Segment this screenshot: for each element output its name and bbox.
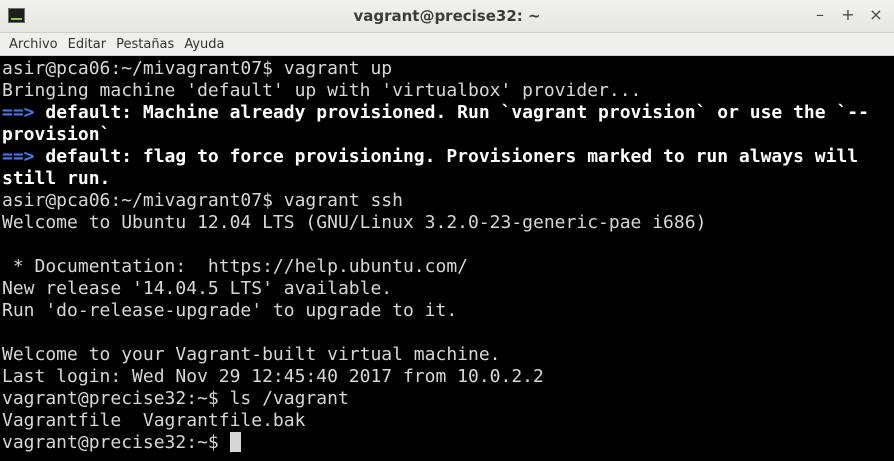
terminal-arrow-marker: ==>: [2, 102, 35, 123]
terminal-line: provision`: [2, 124, 894, 146]
terminal-line: New release '14.04.5 LTS' available.: [2, 278, 894, 300]
terminal-line-text: provision`: [2, 124, 111, 145]
terminal-line-text: Run 'do-release-upgrade' to upgrade to i…: [2, 300, 458, 321]
terminal-cursor: [229, 432, 241, 452]
terminal-line-text: vagrant@precise32:~$: [2, 432, 230, 453]
terminal-line: asir@pca06:~/mivagrant07$ vagrant ssh: [2, 190, 894, 212]
terminal-arrow-marker: ==>: [2, 146, 35, 167]
menu-ayuda[interactable]: Ayuda: [179, 37, 229, 52]
menu-pestanas[interactable]: Pestañas: [111, 37, 179, 52]
terminal-line: Welcome to your Vagrant-built virtual ma…: [2, 344, 894, 366]
maximize-button[interactable]: +: [838, 5, 858, 25]
terminal-line-text: Vagrantfile Vagrantfile.bak: [2, 410, 306, 431]
terminal-line-text: Bringing machine 'default' up with 'virt…: [2, 80, 642, 101]
window-controls: – + ×: [810, 5, 886, 25]
window-title: vagrant@precise32: ~: [353, 7, 541, 25]
terminal-line-text: default: flag to force provisioning. Pro…: [34, 146, 859, 167]
menu-editar[interactable]: Editar: [63, 37, 112, 52]
terminal-line: vagrant@precise32:~$ ls /vagrant: [2, 388, 894, 410]
terminal-line-text: asir@pca06:~/mivagrant07$ vagrant up: [2, 58, 393, 79]
minimize-button[interactable]: –: [810, 5, 830, 25]
terminal-line: still run.: [2, 168, 894, 190]
terminal-line: Vagrantfile Vagrantfile.bak: [2, 410, 894, 432]
title-bar[interactable]: vagrant@precise32: ~ – + ×: [0, 0, 894, 33]
terminal-line: ==> default: Machine already provisioned…: [2, 102, 894, 124]
terminal-line-text: still run.: [2, 168, 111, 189]
terminal-line-text: default: Machine already provisioned. Ru…: [34, 102, 869, 123]
terminal-line: Welcome to Ubuntu 12.04 LTS (GNU/Linux 3…: [2, 212, 894, 234]
terminal-line-text: Last login: Wed Nov 29 12:45:40 2017 fro…: [2, 366, 544, 387]
terminal-line: Run 'do-release-upgrade' to upgrade to i…: [2, 300, 894, 322]
terminal-prompt-line: vagrant@precise32:~$: [2, 432, 894, 454]
terminal-line-text: Welcome to Ubuntu 12.04 LTS (GNU/Linux 3…: [2, 212, 707, 233]
terminal-line-text: Welcome to your Vagrant-built virtual ma…: [2, 344, 501, 365]
terminal-line-text: New release '14.04.5 LTS' available.: [2, 278, 393, 299]
close-button[interactable]: ×: [866, 5, 886, 25]
terminal-line: Last login: Wed Nov 29 12:45:40 2017 fro…: [2, 366, 894, 388]
terminal-line-text: vagrant@precise32:~$ ls /vagrant: [2, 388, 349, 409]
menu-archivo[interactable]: Archivo: [4, 37, 63, 52]
menu-bar: Archivo Editar Pestañas Ayuda: [0, 33, 894, 56]
terminal-output[interactable]: asir@pca06:~/mivagrant07$ vagrant up Brin…: [0, 56, 894, 461]
terminal-window: vagrant@precise32: ~ – + × Archivo Edita…: [0, 0, 894, 461]
terminal-line: Bringing machine 'default' up with 'virt…: [2, 80, 894, 102]
terminal-line: ==> default: flag to force provisioning.…: [2, 146, 894, 168]
terminal-line: asir@pca06:~/mivagrant07$ vagrant up: [2, 58, 894, 80]
terminal-line-text: * Documentation: https://help.ubuntu.com…: [2, 256, 468, 277]
terminal-line-text: asir@pca06:~/mivagrant07$ vagrant ssh: [2, 190, 403, 211]
terminal-line: * Documentation: https://help.ubuntu.com…: [2, 256, 894, 278]
